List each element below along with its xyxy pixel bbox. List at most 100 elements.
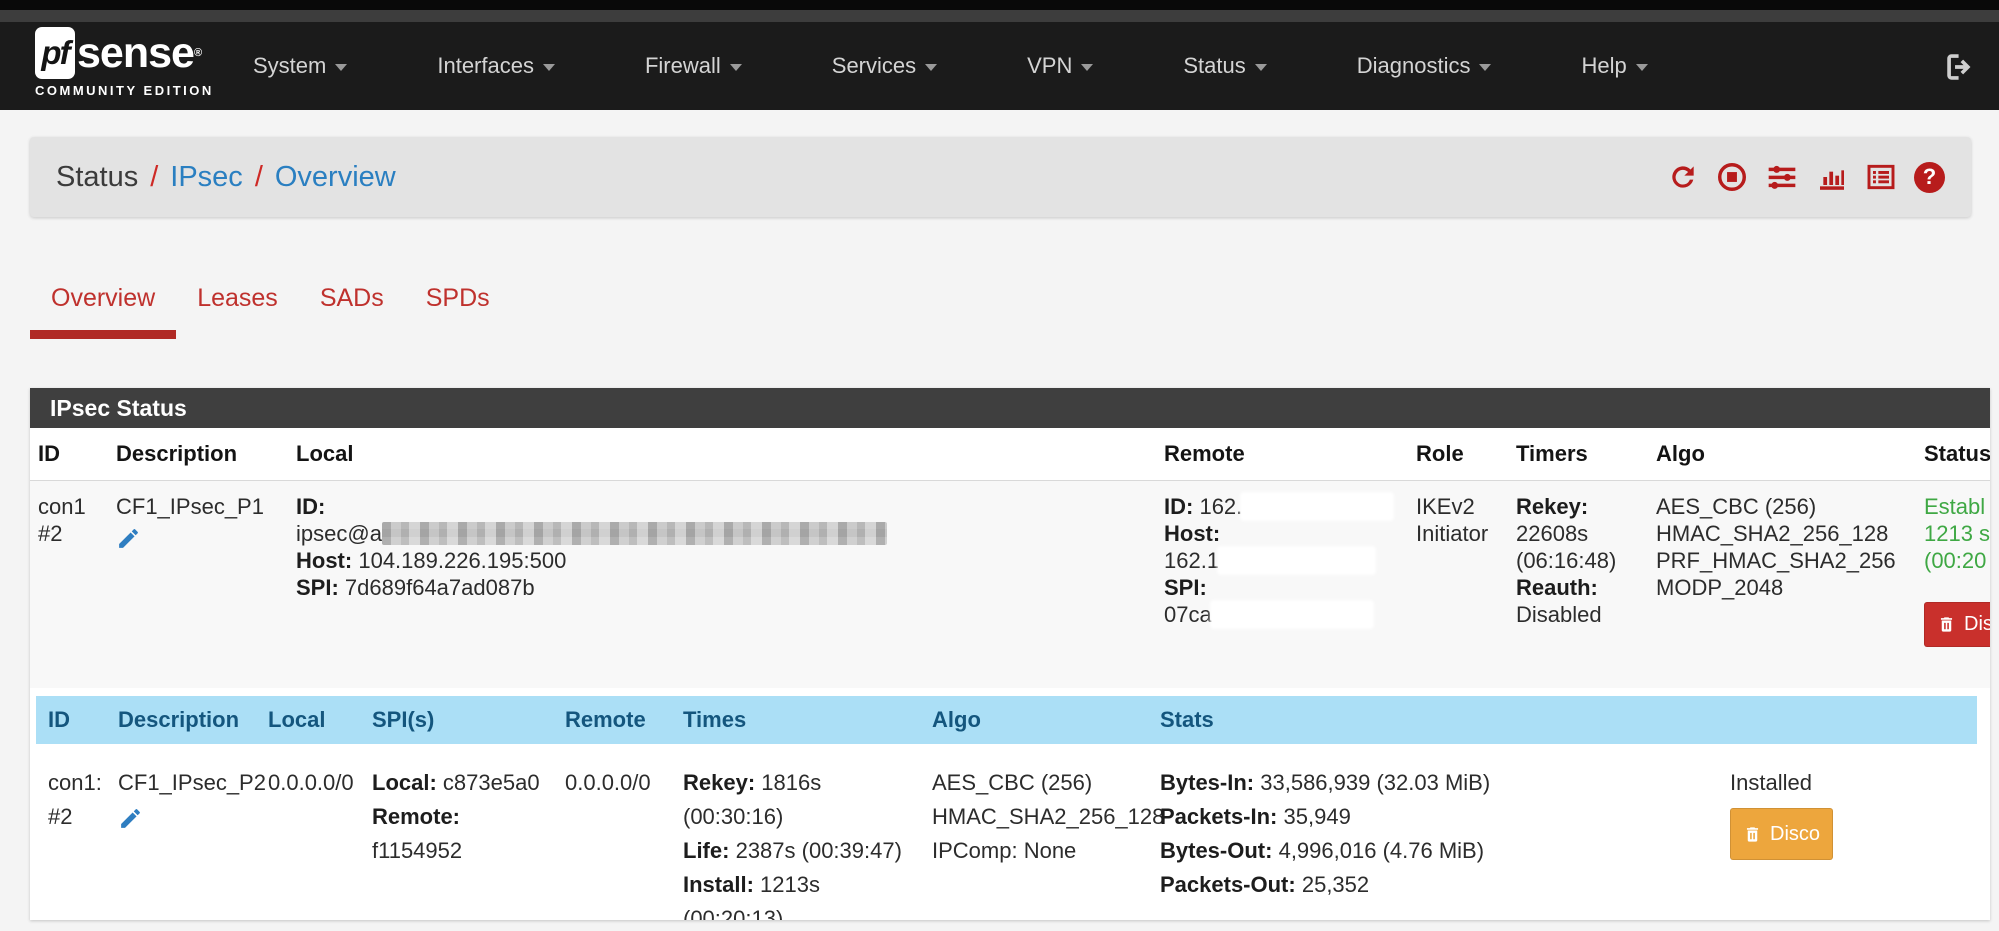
- ike-status-cell: Establ 1213 s (00:20 Dis: [1916, 493, 1990, 672]
- col-stats: Stats: [1148, 707, 1718, 733]
- ipsec-status-panel: IPsec Status ID Description Local Remote…: [30, 388, 1990, 920]
- col-remote: Remote: [553, 707, 671, 733]
- tab-leases[interactable]: Leases: [176, 284, 299, 339]
- col-times: Times: [671, 707, 920, 733]
- edit-icon[interactable]: [116, 526, 141, 551]
- chevron-down-icon: [543, 64, 555, 71]
- child-description: CF1_IPsec_P2: [118, 766, 256, 800]
- col-role: Role: [1408, 441, 1508, 467]
- community-edition-label: COMMUNITY EDITION: [35, 83, 214, 98]
- nav-item-interfaces[interactable]: Interfaces: [437, 53, 555, 79]
- breadcrumb-overview-link[interactable]: Overview: [275, 161, 396, 194]
- ike-description: CF1_IPsec_P1: [116, 493, 288, 520]
- ike-algo-cell: AES_CBC (256) HMAC_SHA2_256_128 PRF_HMAC…: [1648, 493, 1916, 672]
- col-status: Status: [1916, 441, 1990, 467]
- list-icon[interactable]: [1865, 161, 1897, 193]
- nav-item-vpn[interactable]: VPN: [1027, 53, 1093, 79]
- status-installed: Installed: [1730, 766, 1977, 800]
- chevron-down-icon: [1479, 64, 1491, 71]
- registered-mark: ®: [194, 47, 201, 59]
- chevron-down-icon: [1081, 64, 1093, 71]
- child-description-cell: CF1_IPsec_P2: [106, 766, 256, 920]
- chevron-down-icon: [730, 64, 742, 71]
- nav-menu: System Interfaces Firewall Services VPN …: [253, 22, 1738, 110]
- sliders-icon[interactable]: [1765, 161, 1799, 193]
- window-top-strip: [0, 0, 1999, 10]
- breadcrumb-status: Status: [56, 161, 138, 194]
- ike-local-cell: ID: ipsec@a Host: 104.189.226.195:500 SP…: [288, 493, 1156, 672]
- child-algo-cell: AES_CBC (256) HMAC_SHA2_256_128 IPComp: …: [920, 766, 1148, 920]
- child-table-header: ID Description Local SPI(s) Remote Times…: [36, 696, 1977, 744]
- col-local: Local: [288, 441, 1156, 467]
- window-title-strip: [0, 10, 1999, 22]
- child-local-cell: 0.0.0.0/0: [256, 766, 360, 920]
- child-remote-cell: 0.0.0.0/0: [553, 766, 671, 920]
- redacted-blur: [382, 522, 887, 545]
- col-algo: Algo: [1648, 441, 1916, 467]
- panel-title: IPsec Status: [30, 388, 1990, 428]
- page-action-icons: ?: [1667, 161, 1945, 193]
- ike-description-cell: CF1_IPsec_P1: [108, 493, 288, 672]
- col-timers: Timers: [1508, 441, 1648, 467]
- child-sa-section: ID Description Local SPI(s) Remote Times…: [30, 688, 1983, 920]
- col-description: Description: [108, 441, 288, 467]
- nav-item-help[interactable]: Help: [1581, 53, 1647, 79]
- nav-item-status[interactable]: Status: [1183, 53, 1266, 79]
- status-established: Establ: [1924, 493, 1990, 520]
- edit-icon[interactable]: [118, 806, 143, 831]
- col-description: Description: [106, 707, 256, 733]
- redacted-white: [1242, 494, 1392, 519]
- refresh-icon[interactable]: [1667, 161, 1699, 193]
- breadcrumb-separator: /: [150, 161, 158, 194]
- child-stats-cell: Bytes-In: 33,586,939 (32.03 MiB) Packets…: [1148, 766, 1718, 920]
- ipsec-tabs: Overview Leases SADs SPDs: [30, 284, 511, 339]
- tab-spds[interactable]: SPDs: [405, 284, 511, 339]
- nav-item-system[interactable]: System: [253, 53, 347, 79]
- ike-sa-table: ID Description Local Remote Role Timers …: [30, 428, 1990, 688]
- ike-role-cell: IKEv2 Initiator: [1408, 493, 1508, 672]
- child-spis-cell: Local: c873e5a0 Remote: f1154952: [360, 766, 553, 920]
- child-times-cell: Rekey: 1816s (00:30:16) Life: 2387s (00:…: [671, 766, 920, 920]
- chevron-down-icon: [925, 64, 937, 71]
- chevron-down-icon: [335, 64, 347, 71]
- tab-sads[interactable]: SADs: [299, 284, 405, 339]
- disconnect-child-button[interactable]: Disco: [1730, 808, 1833, 860]
- stop-icon[interactable]: [1716, 161, 1748, 193]
- breadcrumb-bar: Status / IPsec / Overview ?: [30, 137, 1971, 217]
- chevron-down-icon: [1636, 64, 1648, 71]
- child-sa-row: con1: #2 CF1_IPsec_P2 0.0.0.0/0 Local: c…: [36, 744, 1977, 920]
- breadcrumb-ipsec-link[interactable]: IPsec: [170, 161, 243, 194]
- trash-icon: [1937, 614, 1956, 635]
- nav-item-diagnostics[interactable]: Diagnostics: [1357, 53, 1492, 79]
- ike-sa-row: con1 #2 CF1_IPsec_P1 ID: ipsec@a Host: 1…: [30, 481, 1990, 688]
- col-algo: Algo: [920, 707, 1148, 733]
- trash-icon: [1743, 824, 1762, 845]
- col-local: Local: [256, 707, 360, 733]
- sense-logo-text: sense®: [77, 27, 201, 79]
- col-spis: SPI(s): [360, 707, 553, 733]
- sign-out-icon[interactable]: [1943, 50, 1977, 84]
- ike-timers-cell: Rekey: 22608s (06:16:48) Reauth: Disable…: [1508, 493, 1648, 672]
- redacted-white: [1212, 602, 1372, 627]
- col-id: ID: [36, 707, 106, 733]
- pf-logo-text: pf: [41, 34, 68, 72]
- redacted-white: [1219, 548, 1374, 573]
- child-status-cell: Installed Disco: [1718, 766, 1977, 920]
- help-icon[interactable]: ?: [1914, 162, 1945, 193]
- nav-item-firewall[interactable]: Firewall: [645, 53, 742, 79]
- main-navbar: pf sense® COMMUNITY EDITION System Inter…: [0, 22, 1999, 110]
- col-remote: Remote: [1156, 441, 1408, 467]
- ike-remote-cell: ID: 162. Host: 162.1 SPI: 07ca: [1156, 493, 1408, 672]
- child-id-cell: con1: #2: [36, 766, 106, 920]
- bar-chart-icon[interactable]: [1816, 161, 1848, 193]
- ike-table-header: ID Description Local Remote Role Timers …: [30, 428, 1990, 481]
- breadcrumb-separator: /: [255, 161, 263, 194]
- ike-id-cell: con1 #2: [30, 493, 108, 672]
- pf-logo-box: pf: [35, 27, 75, 79]
- pfsense-logo[interactable]: pf sense® COMMUNITY EDITION: [35, 27, 214, 98]
- tab-overview[interactable]: Overview: [30, 284, 176, 339]
- disconnect-button[interactable]: Dis: [1924, 602, 1990, 647]
- chevron-down-icon: [1255, 64, 1267, 71]
- nav-item-services[interactable]: Services: [832, 53, 937, 79]
- col-id: ID: [30, 441, 108, 467]
